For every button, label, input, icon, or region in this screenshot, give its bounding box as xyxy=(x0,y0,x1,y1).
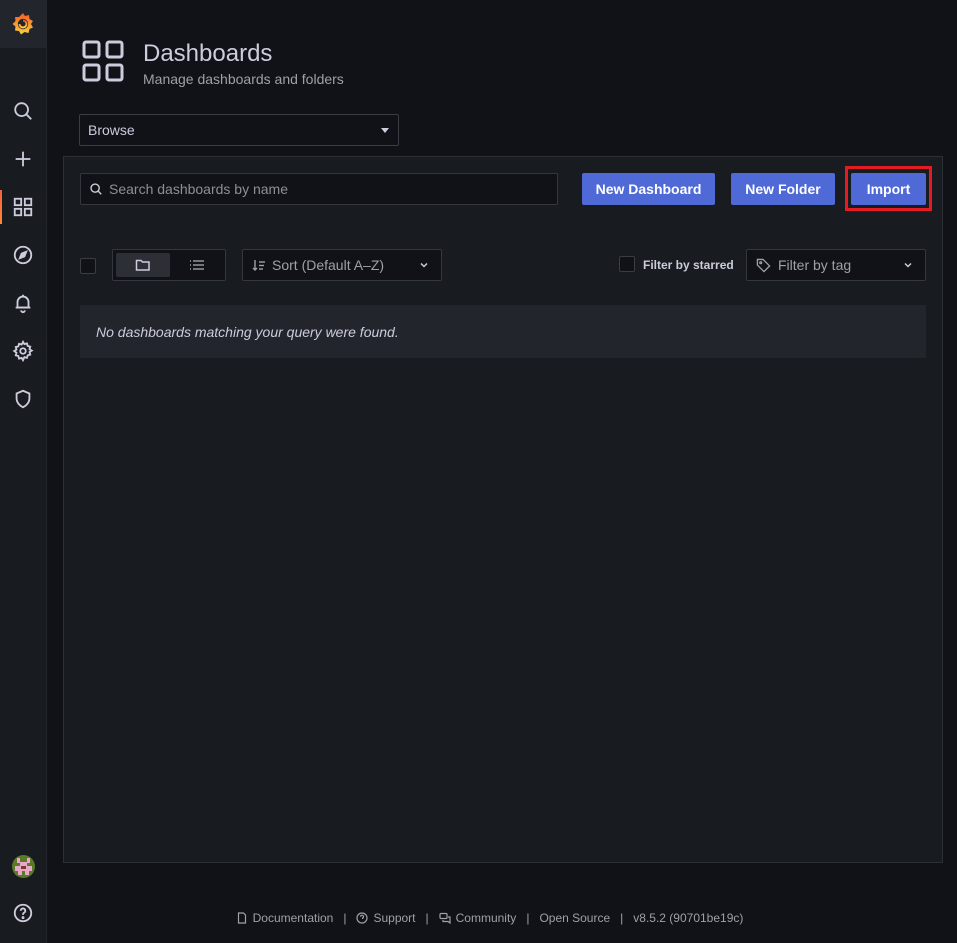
shield-icon[interactable] xyxy=(0,379,46,419)
footer-separator: | xyxy=(620,911,624,925)
filter-starred-label[interactable]: Filter by starred xyxy=(643,258,734,272)
question-circle-icon xyxy=(356,912,369,924)
caret-down-icon xyxy=(381,128,389,133)
version-text[interactable]: v8.5.2 (90701be19c) xyxy=(633,911,743,925)
search-icon xyxy=(90,183,102,195)
explore-icon[interactable] xyxy=(0,235,46,275)
grafana-logo-icon[interactable] xyxy=(0,0,46,48)
version-label: v8.5.2 (90701be19c) xyxy=(633,911,744,925)
alerting-icon[interactable] xyxy=(0,283,46,323)
support-link[interactable]: Support xyxy=(356,911,416,925)
new-folder-button[interactable]: New Folder xyxy=(731,173,835,205)
tag-filter-placeholder: Filter by tag xyxy=(778,257,852,273)
user-avatar[interactable] xyxy=(12,855,35,878)
footer-separator: | xyxy=(425,911,429,925)
sort-icon xyxy=(252,260,265,271)
filter-starred-checkbox[interactable] xyxy=(619,256,635,272)
list-icon xyxy=(190,260,204,270)
gear-icon[interactable] xyxy=(0,331,46,371)
chevron-down-icon xyxy=(904,262,912,268)
documentation-link[interactable]: Documentation xyxy=(236,911,334,925)
page-title: Dashboards xyxy=(143,40,273,67)
community-label: Community xyxy=(455,911,517,925)
footer-separator: | xyxy=(526,911,530,925)
list-view-button[interactable] xyxy=(170,253,224,277)
search-field[interactable] xyxy=(80,173,558,205)
page-subtitle: Manage dashboards and folders xyxy=(143,71,344,87)
document-icon xyxy=(237,912,246,924)
view-toggle xyxy=(112,249,226,281)
browse-select[interactable]: Browse xyxy=(79,114,399,146)
chevron-down-icon xyxy=(420,262,428,268)
import-button[interactable]: Import xyxy=(851,173,926,205)
open-source-label: Open Source xyxy=(539,911,611,925)
plus-icon[interactable] xyxy=(0,139,46,179)
open-source-link[interactable]: Open Source xyxy=(539,911,610,925)
folder-icon xyxy=(135,259,150,271)
sort-select[interactable]: Sort (Default A–Z) xyxy=(242,249,442,281)
folder-view-button[interactable] xyxy=(116,253,170,277)
sidebar xyxy=(0,0,47,943)
comments-icon xyxy=(439,912,451,924)
new-dashboard-button[interactable]: New Dashboard xyxy=(582,173,715,205)
tag-icon xyxy=(756,258,771,273)
footer: Documentation | Support | Community | Op… xyxy=(0,911,957,925)
search-icon[interactable] xyxy=(0,91,46,131)
documentation-label: Documentation xyxy=(252,911,334,925)
dashboards-icon[interactable] xyxy=(0,187,46,227)
community-link[interactable]: Community xyxy=(439,911,517,925)
footer-separator: | xyxy=(343,911,347,925)
sort-label: Sort (Default A–Z) xyxy=(272,257,385,273)
dashboards-page-icon xyxy=(82,40,124,82)
tag-filter-select[interactable]: Filter by tag xyxy=(746,249,926,281)
select-all-checkbox[interactable] xyxy=(80,258,96,274)
browse-select-value: Browse xyxy=(88,122,135,138)
support-label: Support xyxy=(373,911,416,925)
search-input[interactable] xyxy=(109,181,549,197)
empty-state-message: No dashboards matching your query were f… xyxy=(80,305,926,358)
